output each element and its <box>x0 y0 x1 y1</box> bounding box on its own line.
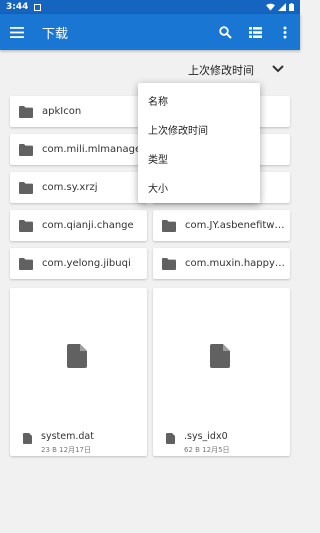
chevron-down-icon[interactable] <box>270 61 286 77</box>
folder-name: com.muxin.happysp… <box>185 258 290 269</box>
sort-menu: 名称 上次修改时间 类型 大小 <box>138 83 260 203</box>
folder-name: com.JY.asbenefitwal… <box>185 220 290 231</box>
folder-icon <box>19 105 33 118</box>
status-time: 3:44 <box>6 2 29 12</box>
file-meta: 23 B 12月17日 <box>41 446 91 454</box>
list-view-button[interactable] <box>240 14 270 50</box>
more-options-button[interactable] <box>270 14 300 50</box>
folder-icon <box>19 143 33 156</box>
search-icon <box>218 25 232 39</box>
file-icon <box>67 344 87 368</box>
file-name: system.dat <box>41 431 94 442</box>
folder-item[interactable]: com.JY.asbenefitwal… <box>153 210 290 241</box>
folder-icon <box>19 219 33 232</box>
file-type-icon <box>166 433 175 444</box>
folder-name: apkIcon <box>42 106 82 117</box>
folder-icon <box>19 181 33 194</box>
wifi-icon <box>266 3 275 11</box>
menu-button[interactable] <box>0 14 34 50</box>
more-vert-icon <box>283 26 287 38</box>
folder-item[interactable]: com.qianji.change <box>10 210 147 241</box>
folder-item[interactable]: com.muxin.happysp… <box>153 248 290 279</box>
file-card[interactable]: system.dat 23 B 12月17日 <box>10 288 147 456</box>
list-view-icon <box>248 26 262 38</box>
folder-item[interactable]: apkIcon <box>10 96 147 127</box>
folder-name: com.qianji.change <box>42 220 134 231</box>
folder-icon <box>162 257 176 270</box>
file-card[interactable]: .sys_idx0 62 B 12月5日 <box>153 288 290 456</box>
folder-item[interactable]: com.sy.xrzj <box>10 172 147 203</box>
signal-icon <box>278 3 286 11</box>
file-type-icon <box>23 433 32 444</box>
sort-option-type[interactable]: 类型 <box>148 151 168 166</box>
file-icon <box>210 344 230 368</box>
folder-name: com.yelong.jibuqi <box>42 258 131 269</box>
hamburger-icon <box>10 26 24 38</box>
notification-icon <box>34 3 42 11</box>
sort-label[interactable]: 上次修改时间 <box>188 62 254 78</box>
page-title: 下载 <box>42 26 69 42</box>
folder-icon <box>162 219 176 232</box>
folder-item[interactable]: com.yelong.jibuqi <box>10 248 147 279</box>
folder-name: com.mili.mlmanager <box>42 144 146 155</box>
folder-icon <box>19 257 33 270</box>
sort-option-size[interactable]: 大小 <box>148 180 168 195</box>
search-button[interactable] <box>210 14 240 50</box>
file-name: .sys_idx0 <box>184 431 228 442</box>
battery-icon <box>289 3 294 11</box>
appbar-actions <box>210 14 300 50</box>
status-bar: 3:44 <box>0 0 300 14</box>
sort-option-name[interactable]: 名称 <box>148 93 168 108</box>
app-bar: 下载 <box>0 14 300 50</box>
folder-name: com.sy.xrzj <box>42 182 98 193</box>
file-meta: 62 B 12月5日 <box>184 446 230 454</box>
status-icons <box>266 3 294 11</box>
folder-item[interactable]: com.mili.mlmanager <box>10 134 147 165</box>
sort-option-modified[interactable]: 上次修改时间 <box>148 122 208 137</box>
